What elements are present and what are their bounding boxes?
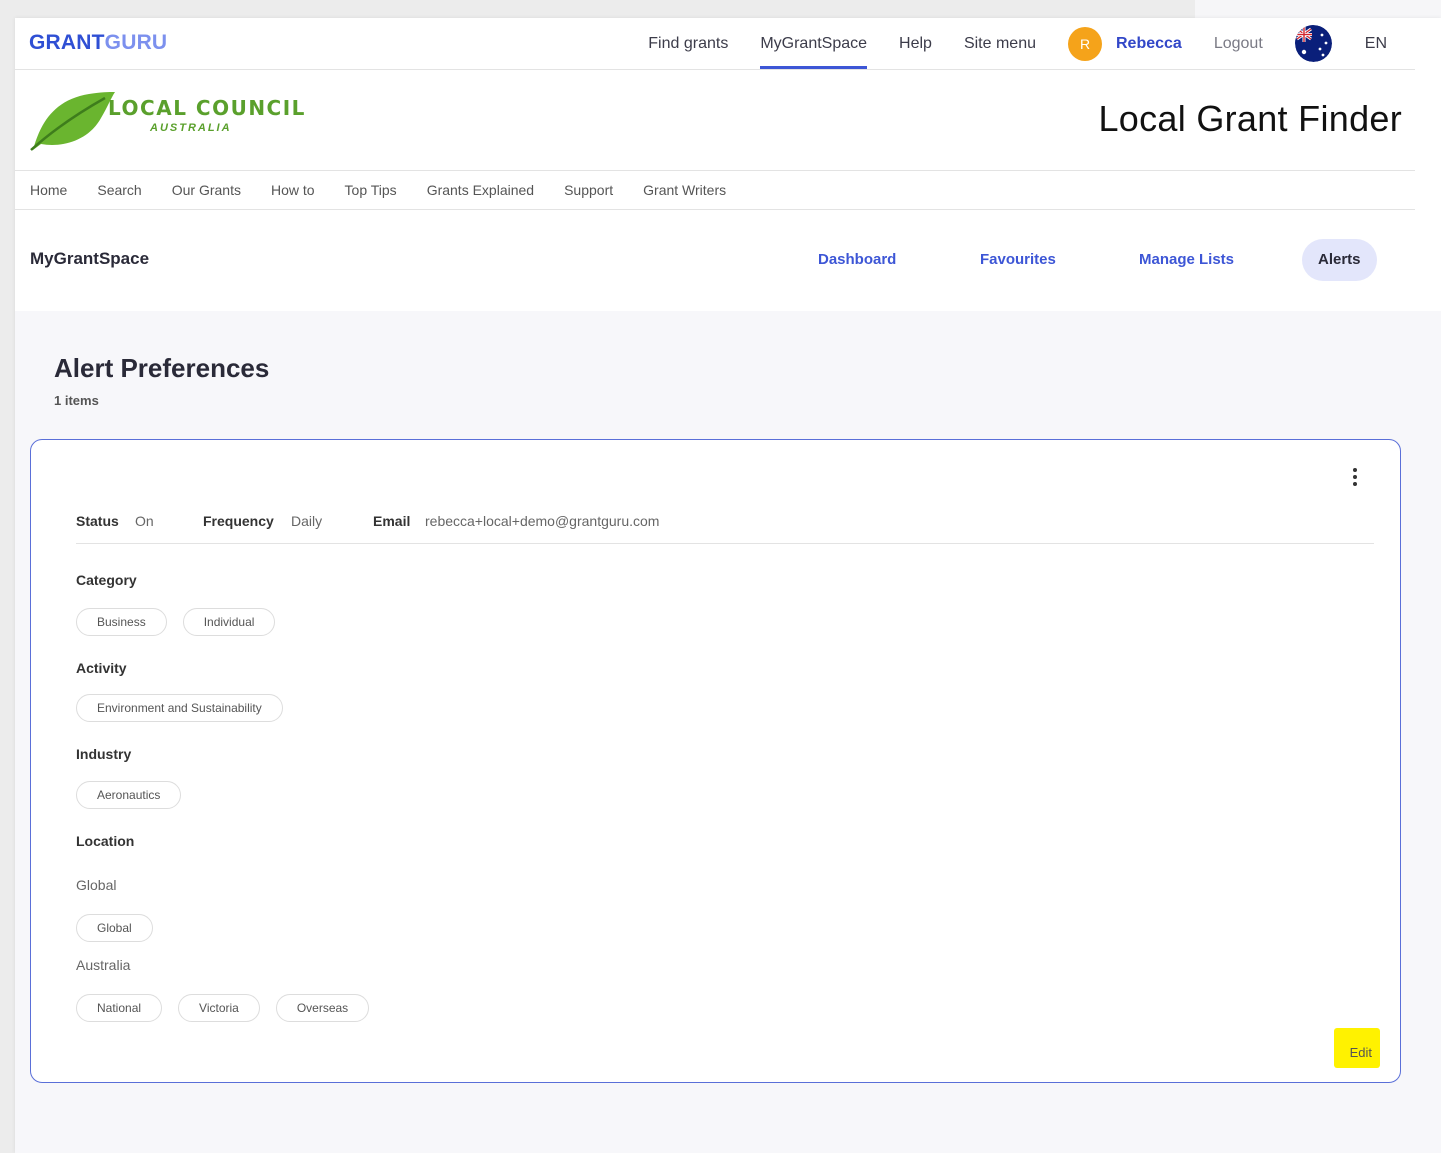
user-name-link[interactable]: Rebecca [1116, 35, 1182, 53]
avatar[interactable]: R [1068, 26, 1102, 61]
secnav-grant-writers[interactable]: Grant Writers [643, 182, 726, 198]
grantguru-logo[interactable]: GRANTGURU [29, 31, 167, 55]
alerts-content: Alert Preferences 1 items Status On Freq… [15, 311, 1441, 1153]
tab-dashboard[interactable]: Dashboard [818, 239, 896, 281]
email-value: rebecca+local+demo@grantguru.com [425, 513, 660, 529]
activity-label: Activity [76, 660, 127, 676]
secnav-top-tips[interactable]: Top Tips [345, 182, 397, 198]
email-label: Email [373, 513, 411, 529]
background-window-edge [1195, 0, 1441, 20]
council-header: LOCAL COUNCIL AUSTRALIA Local Grant Find… [15, 70, 1415, 171]
frequency-label: Frequency [203, 513, 274, 529]
alert-summary-row: Status On Frequency Daily Email rebecca+… [76, 513, 1374, 544]
nav-find-grants[interactable]: Find grants [648, 18, 728, 69]
council-name: LOCAL COUNCIL [108, 96, 306, 120]
chip-environment-sustainability: Environment and Sustainability [76, 694, 283, 722]
secnav-home[interactable]: Home [30, 182, 67, 198]
alert-preferences-heading: Alert Preferences [54, 353, 270, 383]
secondary-nav: Home Search Our Grants How to Top Tips G… [15, 171, 1415, 210]
location-label: Location [76, 833, 135, 849]
chip-business: Business [76, 608, 167, 636]
logout-link[interactable]: Logout [1214, 35, 1263, 53]
secnav-search[interactable]: Search [97, 182, 141, 198]
top-nav: Find grants MyGrantSpace Help Site menu … [648, 18, 1415, 69]
chip-global: Global [76, 914, 153, 942]
chip-individual: Individual [182, 608, 276, 636]
chip-national: National [76, 994, 163, 1022]
alert-card: Status On Frequency Daily Email rebecca+… [30, 439, 1401, 1083]
leaf-icon[interactable] [29, 88, 119, 152]
brand-part1: GRANT [29, 31, 105, 54]
activity-chips: Environment and Sustainability [76, 694, 299, 722]
nav-help[interactable]: Help [899, 18, 932, 69]
mygrantspace-bar: MyGrantSpace Dashboard Favourites Manage… [15, 211, 1441, 311]
more-options-icon[interactable] [1350, 466, 1360, 490]
chip-overseas: Overseas [275, 994, 370, 1022]
secnav-how-to[interactable]: How to [271, 182, 315, 198]
status-label: Status [76, 513, 119, 529]
chip-victoria: Victoria [178, 994, 260, 1022]
australia-flag-icon[interactable] [1294, 25, 1332, 62]
page: GRANTGURU Find grants MyGrantSpace Help … [15, 18, 1441, 1153]
location-group-australia: Australia [76, 957, 131, 973]
nav-mygrantspace[interactable]: MyGrantSpace [760, 18, 867, 69]
location-group-global: Global [76, 877, 117, 893]
tab-favourites[interactable]: Favourites [980, 239, 1056, 281]
page-title: Local Grant Finder [1098, 98, 1402, 139]
nav-site-menu[interactable]: Site menu [964, 18, 1036, 69]
chip-aeronautics: Aeronautics [76, 781, 182, 809]
edit-button[interactable]: Edit [1334, 1028, 1380, 1068]
items-count: 1 items [54, 393, 99, 408]
industry-label: Industry [76, 746, 132, 762]
category-chips: Business Individual [76, 608, 291, 636]
brand-part2: GURU [104, 31, 168, 54]
language-selector[interactable]: EN [1365, 35, 1387, 53]
secnav-grants-explained[interactable]: Grants Explained [427, 182, 534, 198]
tab-manage-lists[interactable]: Manage Lists [1139, 239, 1234, 281]
industry-chips: Aeronautics [76, 781, 197, 809]
category-label: Category [76, 572, 137, 588]
tab-alerts[interactable]: Alerts [1302, 239, 1377, 281]
secnav-our-grants[interactable]: Our Grants [172, 182, 241, 198]
top-bar: GRANTGURU Find grants MyGrantSpace Help … [15, 18, 1415, 70]
australia-location-chips: National Victoria Overseas [76, 994, 385, 1022]
status-value: On [135, 513, 154, 529]
global-location-chips: Global [76, 914, 169, 942]
frequency-value: Daily [291, 513, 323, 529]
council-subtitle: AUSTRALIA [150, 122, 232, 134]
secnav-support[interactable]: Support [564, 182, 613, 198]
mygrantspace-title: MyGrantSpace [30, 249, 150, 268]
